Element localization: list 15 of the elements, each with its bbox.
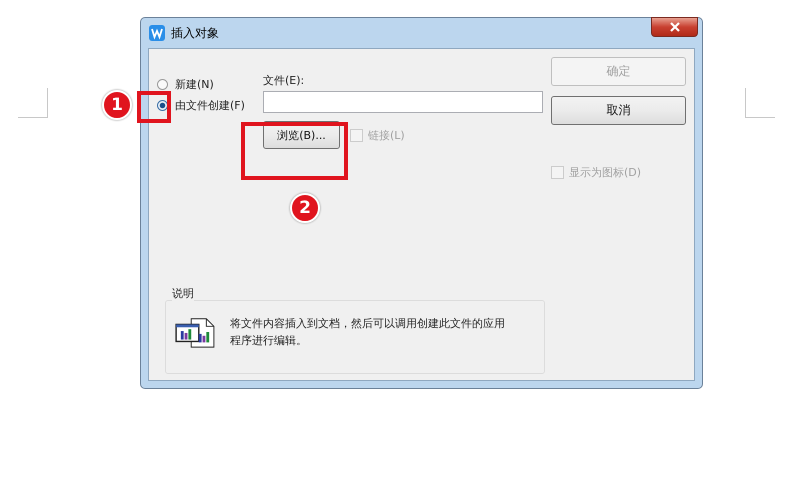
file-input-field[interactable] (263, 91, 543, 113)
page-corner-mark (745, 88, 775, 118)
close-icon (670, 22, 680, 32)
highlight-frame (137, 91, 171, 123)
description-text: 将文件内容插入到文档，然后可以调用创建此文件的应用程序进行编辑。 (230, 316, 506, 349)
close-button[interactable] (651, 17, 698, 37)
radio-option[interactable]: 由文件创建(F) (157, 98, 257, 113)
radio-option[interactable]: 新建(N) (157, 77, 257, 92)
window-title: 插入对象 (171, 24, 219, 42)
file-label: 文件(E): (263, 73, 306, 88)
page-corner-mark (18, 88, 48, 118)
step-number-badge: 1 (102, 90, 132, 120)
group-title: 说明 (172, 286, 194, 301)
dialog-button[interactable]: 取消 (551, 96, 686, 125)
app-logo-icon (149, 25, 165, 41)
